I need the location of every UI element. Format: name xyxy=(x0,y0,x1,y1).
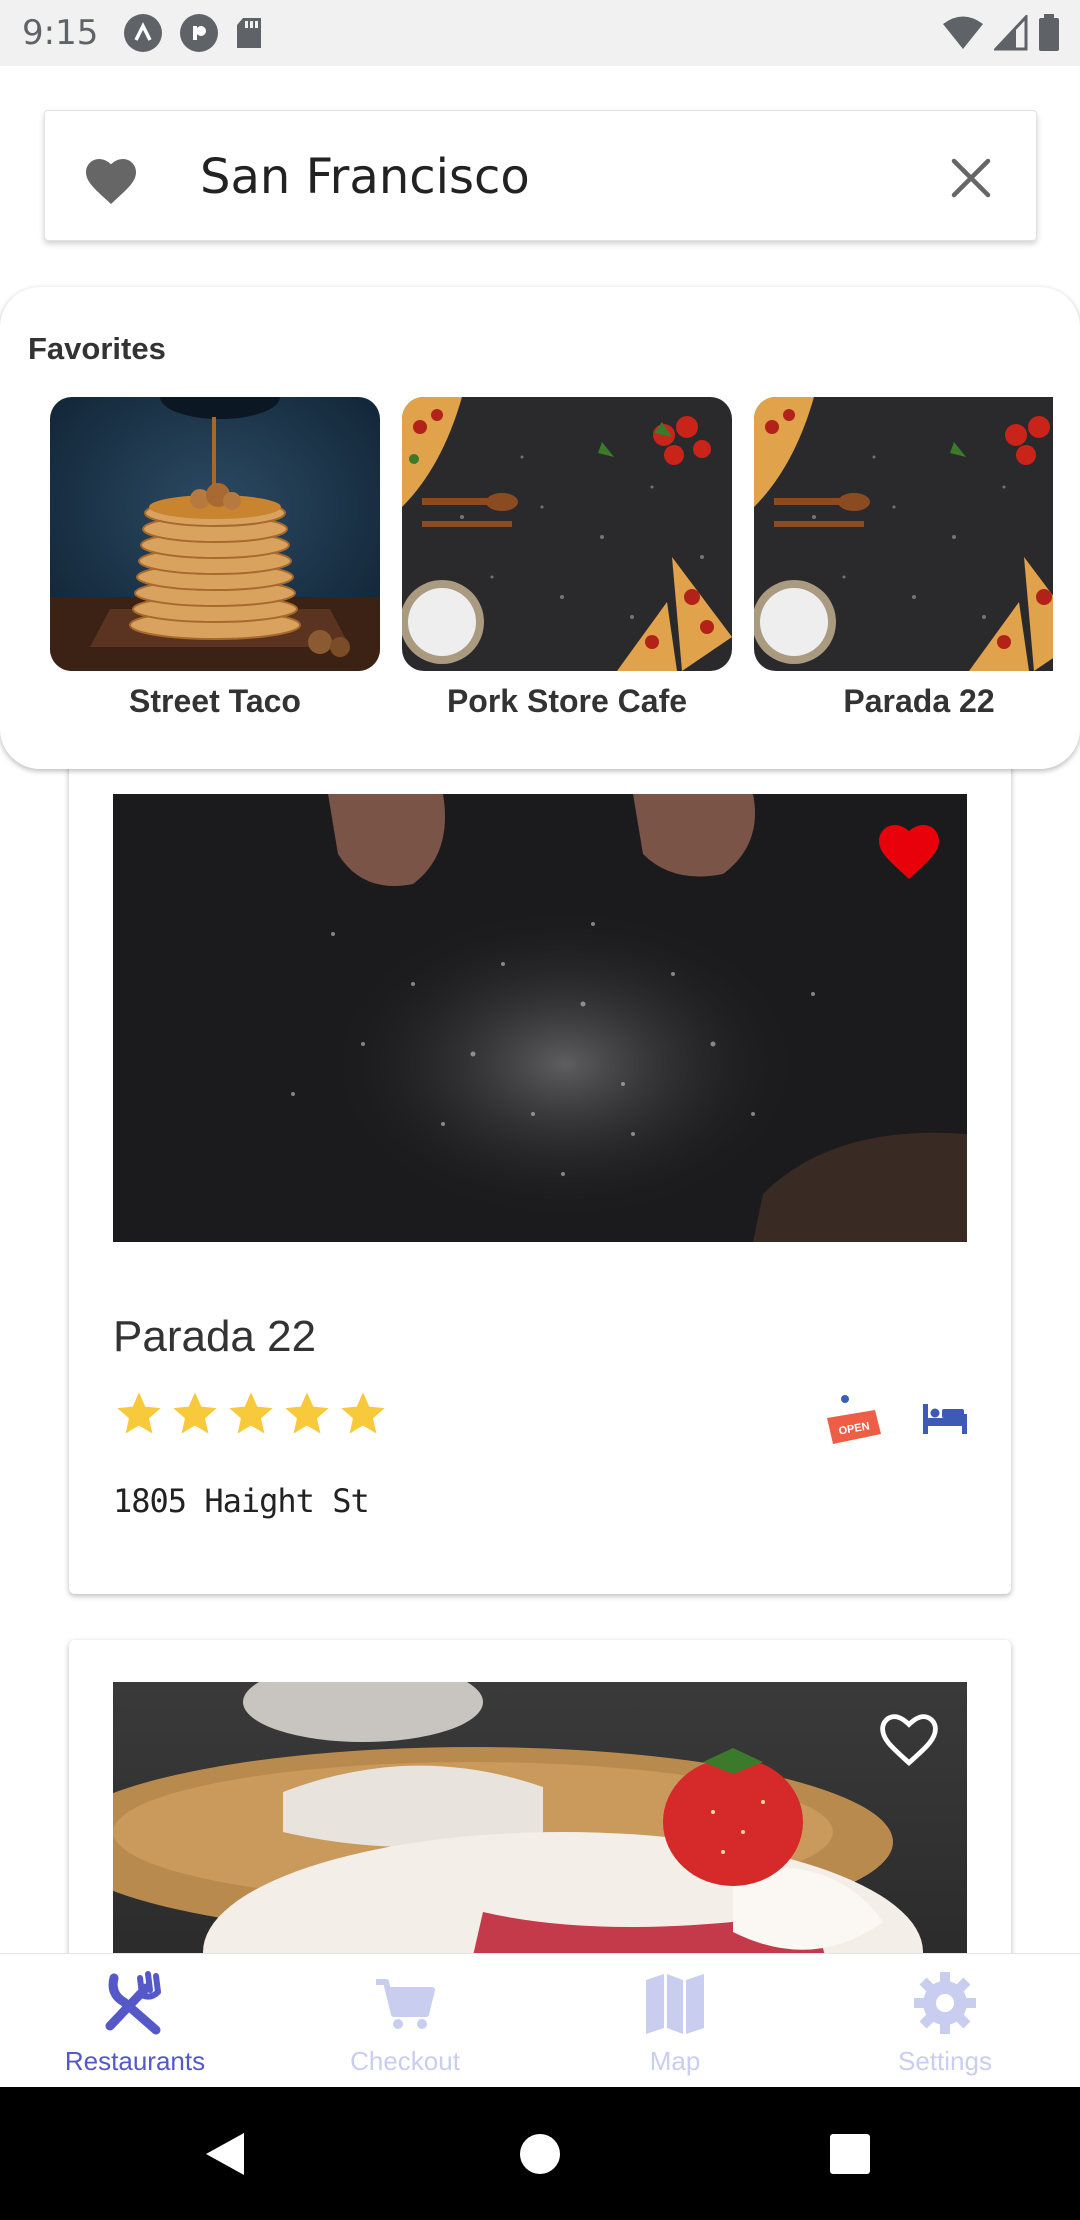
star-icon xyxy=(169,1388,221,1445)
tab-label: Checkout xyxy=(350,2046,460,2076)
favorite-image[interactable] xyxy=(50,397,380,671)
bottom-navigation: Restaurants Checkout Map Settings xyxy=(0,1953,1080,2087)
search-input[interactable]: San Francisco xyxy=(200,149,530,205)
close-icon[interactable] xyxy=(946,153,996,203)
favorites-title: Favorites xyxy=(28,331,166,366)
tab-label: Map xyxy=(649,2046,701,2076)
favorite-image[interactable] xyxy=(754,397,1053,671)
status-icons xyxy=(942,13,1060,57)
wifi-icon xyxy=(942,15,984,56)
status-bar: 9:15 xyxy=(0,0,1080,66)
star-icon xyxy=(337,1388,389,1445)
gear-icon xyxy=(910,1968,980,2038)
favorites-panel: Favorites Street Taco Pork Store Cafe Pa… xyxy=(0,287,1080,769)
tab-label: Settings xyxy=(898,2046,992,2076)
map-icon xyxy=(640,1968,710,2038)
search-bar[interactable]: San Francisco xyxy=(44,110,1037,241)
star-icon xyxy=(281,1388,333,1445)
star-icon xyxy=(225,1388,277,1445)
favorite-item-pork-store-cafe[interactable]: Pork Store Cafe xyxy=(402,397,732,720)
restaurant-image[interactable] xyxy=(113,794,967,1242)
recents-button[interactable] xyxy=(830,2134,870,2179)
favorite-image[interactable] xyxy=(402,397,732,671)
fork-knife-icon xyxy=(100,1968,170,2038)
favorite-toggle-outline[interactable] xyxy=(873,1704,945,1770)
favorite-name: Pork Store Cafe xyxy=(446,683,688,719)
favorite-item-street-taco[interactable]: Street Taco xyxy=(50,397,380,720)
favorite-toggle-filled[interactable] xyxy=(873,816,945,882)
notification-app-icon-2 xyxy=(180,14,219,52)
status-time: 9:15 xyxy=(22,13,99,53)
notification-app-icon xyxy=(124,14,163,52)
favorite-name: Parada 22 xyxy=(843,683,995,719)
open-sign-icon: OPEN xyxy=(823,1394,883,1450)
app-screen: 9:15 San Francisco Favorites Street Taco… xyxy=(0,0,1080,2220)
cart-icon xyxy=(370,1968,440,2038)
signal-icon xyxy=(992,13,1028,56)
star-icon xyxy=(113,1388,165,1445)
restaurant-card[interactable]: Parada 22 OPEN 1805 Haight St xyxy=(69,752,1011,1594)
restaurant-name: Parada 22 xyxy=(113,1312,317,1361)
sd-card-icon xyxy=(236,17,262,49)
tab-map[interactable]: Map xyxy=(540,1954,810,2087)
heart-icon[interactable] xyxy=(81,151,141,207)
home-button[interactable] xyxy=(519,2133,561,2180)
tab-checkout[interactable]: Checkout xyxy=(270,1954,540,2087)
bed-icon xyxy=(921,1400,969,1438)
back-button[interactable] xyxy=(204,2131,246,2182)
favorite-item-parada-22[interactable]: Parada 22 xyxy=(754,397,1080,720)
tab-label: Restaurants xyxy=(64,2046,206,2076)
favorite-name: Street Taco xyxy=(129,683,301,719)
restaurant-rating xyxy=(113,1388,389,1445)
restaurant-address: 1805 Haight St xyxy=(113,1482,370,1520)
battery-icon xyxy=(1038,14,1060,57)
system-navigation-bar xyxy=(0,2087,1080,2220)
tab-restaurants[interactable]: Restaurants xyxy=(0,1954,270,2087)
tab-settings[interactable]: Settings xyxy=(810,1954,1080,2087)
